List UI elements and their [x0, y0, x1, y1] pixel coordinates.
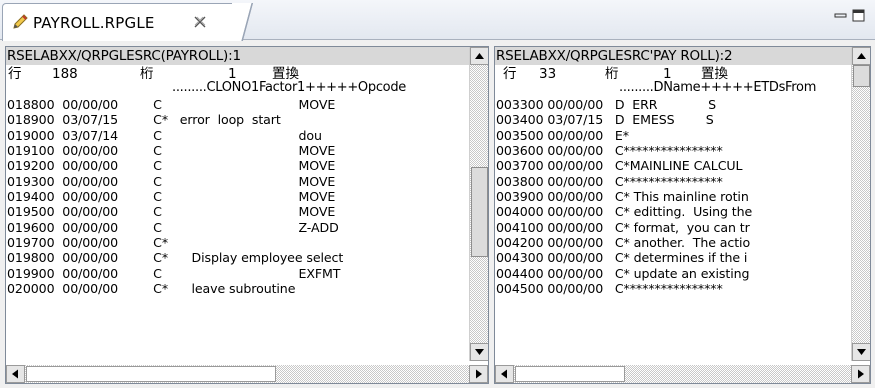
left-line-number: 188: [52, 66, 78, 82]
scroll-right-icon[interactable]: [469, 365, 488, 383]
left-code-listing[interactable]: 018800 00/00/00 C MOVE 018900 03/07/15 C…: [7, 97, 343, 296]
right-source-pane[interactable]: RSELABXX/QRPGLESRC'PAY ROLL):2 行 33 桁 1 …: [494, 46, 871, 384]
scroll-down-icon[interactable]: [470, 343, 488, 361]
left-horizontal-scrollbar[interactable]: [6, 365, 488, 383]
left-member-title: RSELABXX/QRPGLESRC(PAYROLL):1: [6, 47, 470, 65]
editor-tab[interactable]: PAYROLL.RPGLE: [2, 3, 238, 41]
right-horizontal-thumb[interactable]: [515, 366, 625, 382]
minimize-icon[interactable]: [834, 9, 847, 22]
right-line-number: 33: [539, 66, 557, 82]
tab-edge: [232, 3, 262, 41]
scroll-up-icon[interactable]: [852, 47, 870, 65]
maximize-icon[interactable]: [852, 9, 865, 22]
right-member-title: RSELABXX/QRPGLESRC'PAY ROLL):2: [495, 47, 852, 65]
right-scroll-thumb[interactable]: [853, 65, 870, 87]
left-format-ruler: .........CLONO1Factor1+++++Opcode: [172, 80, 406, 95]
scroll-right-icon[interactable]: [851, 365, 870, 383]
right-column-label: 桁: [605, 66, 619, 82]
scroll-left-icon[interactable]: [495, 365, 514, 383]
right-scroll-track[interactable]: [852, 65, 870, 343]
close-icon[interactable]: [193, 15, 207, 29]
left-horizontal-thumb[interactable]: [26, 366, 276, 382]
right-format-ruler: .........DName+++++ETDsFrom: [619, 80, 817, 95]
left-vertical-scrollbar[interactable]: [469, 47, 488, 361]
left-scroll-thumb[interactable]: [471, 167, 488, 257]
left-source-pane[interactable]: RSELABXX/QRPGLESRC(PAYROLL):1 行 188 桁 1 …: [5, 46, 489, 384]
right-line-label: 行: [503, 66, 517, 82]
left-line-label: 行: [8, 66, 22, 82]
tab-title: PAYROLL.RPGLE: [33, 14, 155, 32]
pencil-edit-icon: [11, 13, 29, 31]
scroll-down-icon[interactable]: [852, 343, 870, 361]
editor-tab-bar: PAYROLL.RPGLE: [0, 0, 875, 41]
right-code-listing[interactable]: 003300 00/00/00 D ERR S 003400 03/07/15 …: [496, 97, 752, 296]
left-column-label: 桁: [140, 66, 154, 82]
right-horizontal-scrollbar[interactable]: [495, 365, 870, 383]
scroll-up-icon[interactable]: [470, 47, 488, 65]
scroll-left-icon[interactable]: [6, 365, 25, 383]
right-vertical-scrollbar[interactable]: [851, 47, 870, 361]
